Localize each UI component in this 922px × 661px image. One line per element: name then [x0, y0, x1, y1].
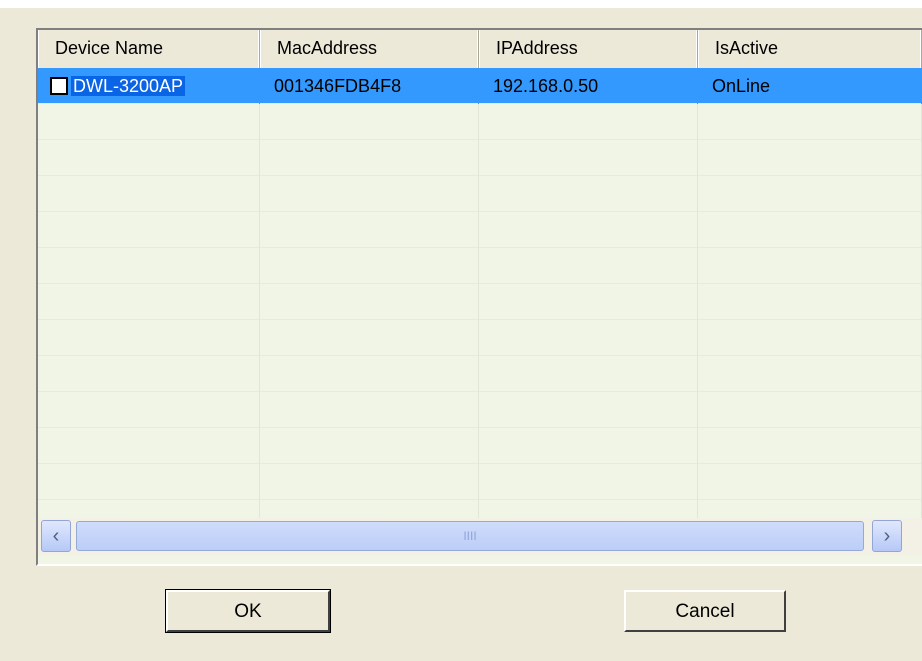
list-body: DWL-3200AP 001346FDB4F8 192.168.0.50 OnL… — [38, 68, 922, 518]
scrollbar-thumb[interactable]: IIII — [76, 521, 864, 551]
empty-row — [38, 320, 922, 356]
chevron-left-icon: ‹ — [52, 525, 60, 547]
mac-address-cell: 001346FDB4F8 — [260, 68, 479, 104]
status-cell: OnLine — [698, 68, 922, 104]
chevron-right-icon: › — [883, 525, 891, 547]
scroll-left-button[interactable]: ‹ — [41, 520, 71, 552]
device-dialog: Device Name MacAddress IPAddress IsActiv… — [0, 8, 922, 661]
empty-row — [38, 140, 922, 176]
table-row[interactable]: DWL-3200AP 001346FDB4F8 192.168.0.50 OnL… — [38, 68, 922, 104]
column-header-ip-address[interactable]: IPAddress — [479, 30, 698, 68]
device-name-cell: DWL-3200AP — [38, 68, 260, 104]
cancel-button[interactable]: Cancel — [624, 590, 786, 632]
scroll-right-button[interactable]: › — [872, 520, 902, 552]
list-header: Device Name MacAddress IPAddress IsActiv… — [38, 30, 922, 69]
empty-row — [38, 356, 922, 392]
grip-icon: IIII — [463, 529, 477, 543]
empty-row — [38, 248, 922, 284]
column-header-device-name[interactable]: Device Name — [38, 30, 260, 68]
device-name-text: DWL-3200AP — [71, 76, 186, 96]
empty-row — [38, 500, 922, 518]
empty-row — [38, 428, 922, 464]
empty-row — [38, 464, 922, 500]
ip-address-cell: 192.168.0.50 — [479, 68, 698, 104]
empty-row — [38, 392, 922, 428]
ok-button[interactable]: OK — [165, 589, 331, 633]
empty-row — [38, 104, 922, 140]
row-checkbox[interactable] — [50, 76, 68, 95]
column-header-is-active[interactable]: IsActive — [698, 30, 922, 68]
empty-row — [38, 212, 922, 248]
horizontal-scrollbar[interactable]: ‹ IIII › — [38, 518, 922, 556]
empty-row — [38, 284, 922, 320]
column-header-mac-address[interactable]: MacAddress — [260, 30, 479, 68]
device-list[interactable]: Device Name MacAddress IPAddress IsActiv… — [36, 28, 922, 566]
empty-row — [38, 176, 922, 212]
